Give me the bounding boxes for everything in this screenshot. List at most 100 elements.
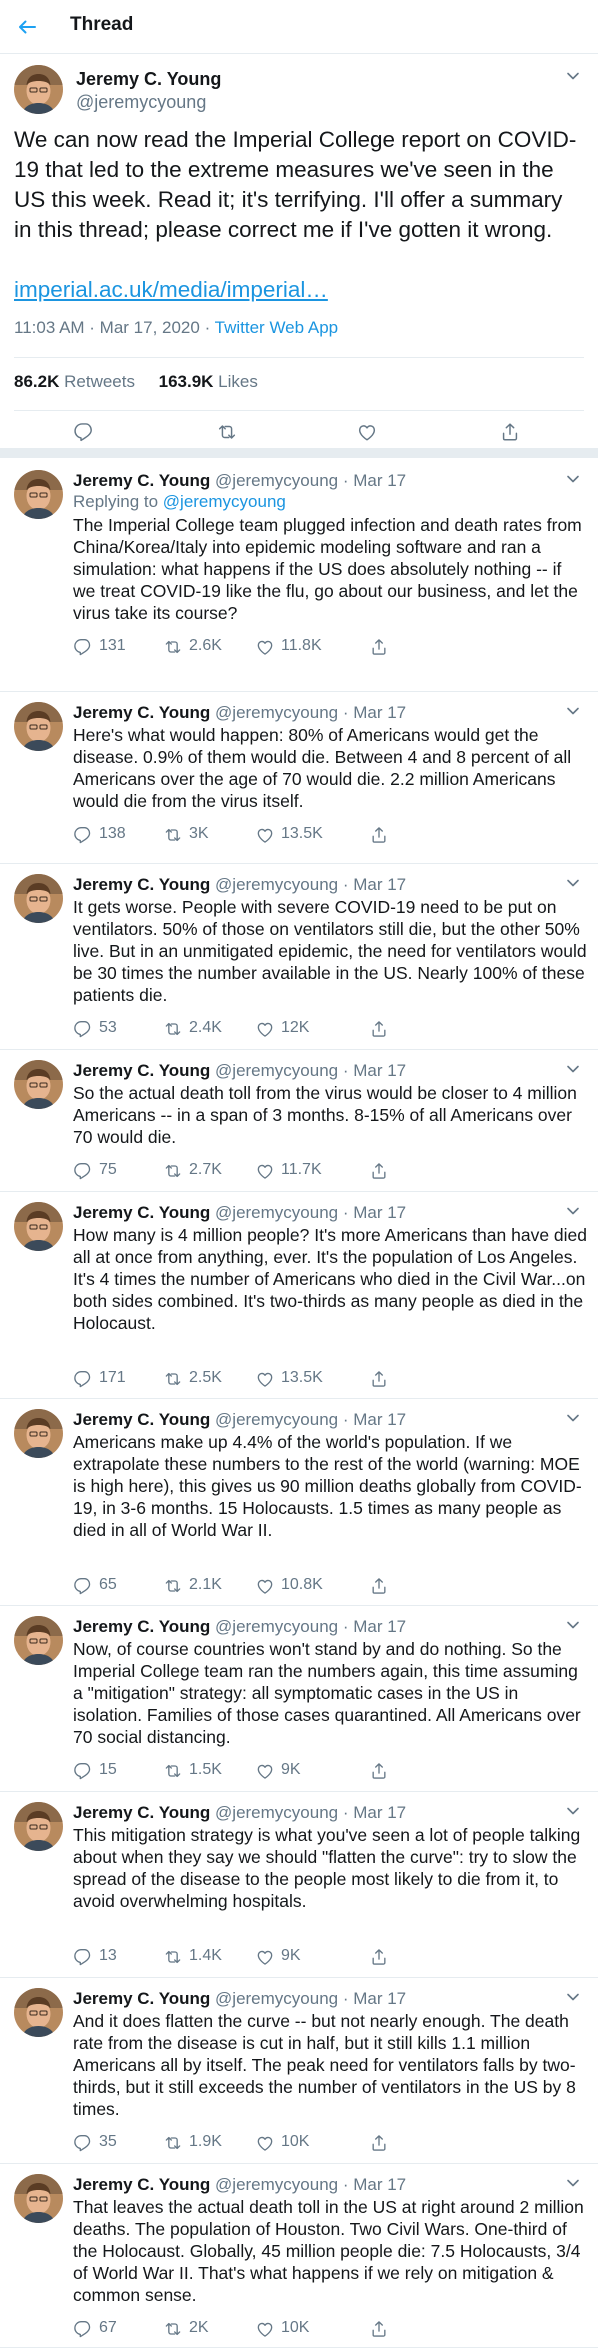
author-name[interactable]: Jeremy C. Young [73, 875, 210, 894]
chevron-down-icon[interactable] [566, 474, 580, 484]
author-handle-date[interactable]: @jeremycyoung · Mar 17 [210, 1410, 406, 1429]
author-handle-date[interactable]: @jeremycyoung · Mar 17 [210, 875, 406, 894]
tweet-link[interactable]: imperial.ac.uk/media/imperial… [14, 275, 328, 305]
avatar[interactable] [14, 1060, 63, 1109]
retweet-icon[interactable] [216, 421, 238, 443]
author-name[interactable]: Jeremy C. Young [73, 1061, 210, 1080]
author-name[interactable]: Jeremy C. Young [73, 471, 210, 490]
author-name[interactable]: Jeremy C. Young [73, 703, 210, 722]
author-name[interactable]: Jeremy C. Young [73, 2175, 210, 2194]
reply-icon[interactable] [73, 825, 93, 845]
heart-icon[interactable] [255, 1161, 275, 1181]
retweet-icon[interactable] [163, 1019, 183, 1039]
share-icon[interactable] [499, 421, 521, 443]
retweet-icon[interactable] [163, 2319, 183, 2339]
retweet-icon[interactable] [163, 825, 183, 845]
heart-icon[interactable] [255, 825, 275, 845]
reply-icon[interactable] [73, 1161, 93, 1181]
share-icon[interactable] [369, 1019, 389, 1039]
reply-tweet[interactable]: Jeremy C. Young @jeremycyoung · Mar 17 N… [0, 1606, 598, 1792]
heart-icon[interactable] [255, 637, 275, 657]
reply-icon[interactable] [73, 2319, 93, 2339]
heart-icon[interactable] [255, 2133, 275, 2153]
reply-tweet[interactable]: Jeremy C. Young @jeremycyoung · Mar 17 T… [0, 2164, 598, 2348]
share-icon[interactable] [369, 637, 389, 657]
chevron-down-icon[interactable] [566, 706, 580, 716]
reply-icon[interactable] [73, 2133, 93, 2153]
chevron-down-icon[interactable] [566, 1806, 580, 1816]
avatar[interactable] [14, 1616, 63, 1665]
avatar[interactable] [14, 1409, 63, 1458]
author-handle-date[interactable]: @jeremycyoung · Mar 17 [210, 1061, 406, 1080]
chevron-down-icon[interactable] [566, 1206, 580, 1216]
share-icon[interactable] [369, 2319, 389, 2339]
share-icon[interactable] [369, 2133, 389, 2153]
author-name[interactable]: Jeremy C. Young [73, 1410, 210, 1429]
author-name[interactable]: Jeremy C. Young [73, 1989, 210, 2008]
author-handle-date[interactable]: @jeremycyoung · Mar 17 [210, 1803, 406, 1822]
author-name[interactable]: Jeremy C. Young [73, 1203, 210, 1222]
retweet-icon[interactable] [163, 1761, 183, 1781]
avatar[interactable] [14, 874, 63, 923]
share-icon[interactable] [369, 1369, 389, 1389]
author-handle-date[interactable]: @jeremycyoung · Mar 17 [210, 1989, 406, 2008]
retweet-icon[interactable] [163, 637, 183, 657]
chevron-down-icon[interactable] [566, 2178, 580, 2188]
like-label[interactable]: Likes [218, 372, 258, 391]
replying-to-handle[interactable]: @jeremycyoung [163, 492, 286, 511]
chevron-down-icon[interactable] [566, 1992, 580, 2002]
reply-icon[interactable] [73, 1761, 93, 1781]
share-icon[interactable] [369, 1761, 389, 1781]
heart-icon[interactable] [255, 1019, 275, 1039]
retweet-icon[interactable] [163, 2133, 183, 2153]
reply-tweet[interactable]: Jeremy C. Young @jeremycyoung · Mar 17 H… [0, 692, 598, 864]
heart-icon[interactable] [255, 1576, 275, 1596]
chevron-down-icon[interactable] [566, 1064, 580, 1074]
author-handle-date[interactable]: @jeremycyoung · Mar 17 [210, 471, 406, 490]
reply-tweet[interactable]: Jeremy C. Young @jeremycyoung · Mar 17 A… [0, 1399, 598, 1606]
heart-icon[interactable] [255, 1761, 275, 1781]
retweet-label[interactable]: Retweets [64, 372, 135, 391]
avatar[interactable] [14, 1988, 63, 2037]
reply-icon[interactable] [73, 421, 95, 443]
retweet-icon[interactable] [163, 1576, 183, 1596]
heart-icon[interactable] [255, 1369, 275, 1389]
share-icon[interactable] [369, 1947, 389, 1967]
avatar[interactable] [14, 65, 63, 114]
reply-tweet[interactable]: Jeremy C. Young @jeremycyoung · Mar 17 S… [0, 1050, 598, 1192]
author-handle-date[interactable]: @jeremycyoung · Mar 17 [210, 1617, 406, 1636]
heart-icon[interactable] [255, 1947, 275, 1967]
author-name[interactable]: Jeremy C. Young [73, 1617, 210, 1636]
share-icon[interactable] [369, 1576, 389, 1596]
reply-icon[interactable] [73, 1947, 93, 1967]
heart-icon[interactable] [255, 2319, 275, 2339]
reply-tweet[interactable]: Jeremy C. Young @jeremycyoung · Mar 17 T… [0, 1792, 598, 1978]
avatar[interactable] [14, 1202, 63, 1251]
back-arrow-icon[interactable] [14, 14, 40, 40]
reply-icon[interactable] [73, 1019, 93, 1039]
chevron-down-icon[interactable] [566, 1620, 580, 1630]
like-count[interactable]: 163.9K [159, 372, 214, 391]
retweet-icon[interactable] [163, 1947, 183, 1967]
retweet-icon[interactable] [163, 1369, 183, 1389]
avatar[interactable] [14, 1802, 63, 1851]
reply-icon[interactable] [73, 1369, 93, 1389]
author-name[interactable]: Jeremy C. Young [76, 69, 221, 90]
retweet-count[interactable]: 86.2K [14, 372, 59, 391]
retweet-icon[interactable] [163, 1161, 183, 1181]
author-handle-date[interactable]: @jeremycyoung · Mar 17 [210, 1203, 406, 1222]
share-icon[interactable] [369, 825, 389, 845]
reply-icon[interactable] [73, 1576, 93, 1596]
chevron-down-icon[interactable] [566, 1413, 580, 1423]
reply-icon[interactable] [73, 637, 93, 657]
chevron-down-icon[interactable] [566, 878, 580, 888]
reply-tweet[interactable]: Jeremy C. Young @jeremycyoung · Mar 17 I… [0, 864, 598, 1050]
author-handle-date[interactable]: @jeremycyoung · Mar 17 [210, 703, 406, 722]
tweet-time[interactable]: 11:03 AM · Mar 17, 2020 · [14, 318, 215, 337]
share-icon[interactable] [369, 1161, 389, 1181]
avatar[interactable] [14, 470, 63, 519]
reply-tweet[interactable]: Jeremy C. Young @jeremycyoung · Mar 17 A… [0, 1978, 598, 2164]
author-handle-date[interactable]: @jeremycyoung · Mar 17 [210, 2175, 406, 2194]
heart-icon[interactable] [356, 421, 378, 443]
avatar[interactable] [14, 2174, 63, 2223]
